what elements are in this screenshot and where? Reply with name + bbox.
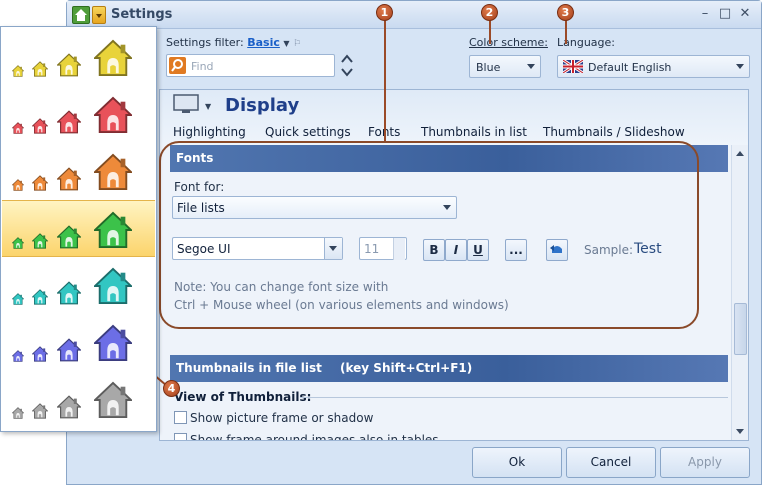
app-home-icon[interactable] [72,6,90,24]
home-icon [32,118,48,134]
theme-option-3[interactable] [2,143,155,200]
home-icon [12,407,24,419]
color-scheme-value: Blue [476,61,501,74]
color-scheme-label: Color scheme: [469,36,548,49]
home-icon [12,65,24,77]
home-icon [94,153,132,191]
search-input[interactable]: Find [166,54,335,77]
home-icon [94,211,132,249]
search-icon [169,57,186,74]
show-frame-tables-label: Show frame around images also in tables [190,433,439,441]
language-dropdown[interactable]: Default English [557,55,750,78]
minimize-icon[interactable]: – [697,7,713,21]
scroll-up-icon[interactable] [736,151,744,156]
home-icon [12,293,24,305]
home-icon [57,281,81,305]
thumbnails-section-header: Thumbnails in file list (key Shift+Ctrl+… [170,355,728,382]
pin-icon[interactable]: ⚐ [293,39,301,49]
chevron-up-icon[interactable] [341,54,353,64]
home-icon [57,53,81,77]
chevron-down-icon [527,64,535,69]
tab-thumbnails-in-list[interactable]: Thumbnails in list [421,125,527,139]
home-icon [57,338,81,362]
show-frame-label: Show picture frame or shadow [190,411,374,425]
home-icon [12,237,24,249]
thumbnails-view-heading: View of Thumbnails: [174,390,312,404]
search-placeholder: Find [191,60,214,73]
theme-option-2[interactable] [2,86,155,143]
home-icon [94,39,132,77]
home-icon [57,225,81,249]
home-icon [12,122,24,134]
close-icon[interactable]: ✕ [737,7,753,21]
language-value: Default English [588,61,672,74]
uk-flag-icon [563,60,583,73]
home-icon [94,96,132,134]
home-icon [94,267,132,305]
home-icon [32,403,48,419]
title-bar: Settings – □ ✕ [67,1,761,29]
apply-button[interactable]: Apply [660,447,750,478]
theme-option-1[interactable] [2,29,155,86]
tab-quick-settings[interactable]: Quick settings [265,125,351,139]
callout-2-badge: 2 [481,4,498,21]
home-icon [32,233,48,249]
maximize-icon[interactable]: □ [717,7,733,21]
home-icon [57,110,81,134]
home-icon [94,381,132,419]
theme-option-6[interactable] [2,314,155,371]
home-icon [57,167,81,191]
home-icon [94,324,132,362]
settings-filter-value[interactable]: Basic [247,36,280,49]
settings-filter-label: Settings filter: Basic ▼ ⚐ [166,36,302,49]
show-frame-checkbox[interactable] [174,411,187,424]
show-frame-tables-checkbox[interactable] [174,433,187,440]
tab-thumbnails-slideshow[interactable]: Thumbnails / Slideshow [543,125,685,139]
divider [300,397,728,398]
scroll-thumb[interactable] [734,303,747,355]
panel-title: Display [225,95,300,116]
home-icon [32,175,48,191]
home-icon [32,61,48,77]
vertical-scrollbar[interactable] [731,145,748,440]
home-icon [12,179,24,191]
window-menu-dropdown-icon[interactable] [92,6,106,24]
callout-4-badge: 4 [163,380,180,397]
monitor-icon [173,94,199,113]
home-icon [32,346,48,362]
tab-highlighting[interactable]: Highlighting [173,125,246,139]
theme-option-7[interactable] [2,371,155,428]
chevron-down-icon[interactable] [341,67,353,77]
theme-option-5[interactable] [2,257,155,314]
callout-1-line [384,20,386,141]
theme-palette [0,26,157,432]
window-title: Settings [111,7,173,22]
filter-dropdown-icon[interactable]: ▼ [283,39,289,48]
callout-3-badge: 3 [557,4,574,21]
theme-option-4[interactable] [2,200,155,257]
ok-button[interactable]: Ok [472,447,562,478]
scroll-down-icon[interactable] [736,429,744,434]
chevron-down-icon [736,64,744,69]
callout-3-line [565,20,567,44]
fonts-highlight-ring [159,141,699,329]
color-scheme-dropdown[interactable]: Blue [469,55,541,78]
callout-1-badge: 1 [376,4,393,21]
display-dropdown-icon[interactable]: ▼ [205,102,211,111]
home-icon [12,350,24,362]
cancel-button[interactable]: Cancel [566,447,656,478]
home-icon [32,289,48,305]
callout-2-line [489,20,491,44]
home-icon [57,395,81,419]
panel-header: ▼ Display Highlighting Quick settings Fo… [160,90,748,145]
